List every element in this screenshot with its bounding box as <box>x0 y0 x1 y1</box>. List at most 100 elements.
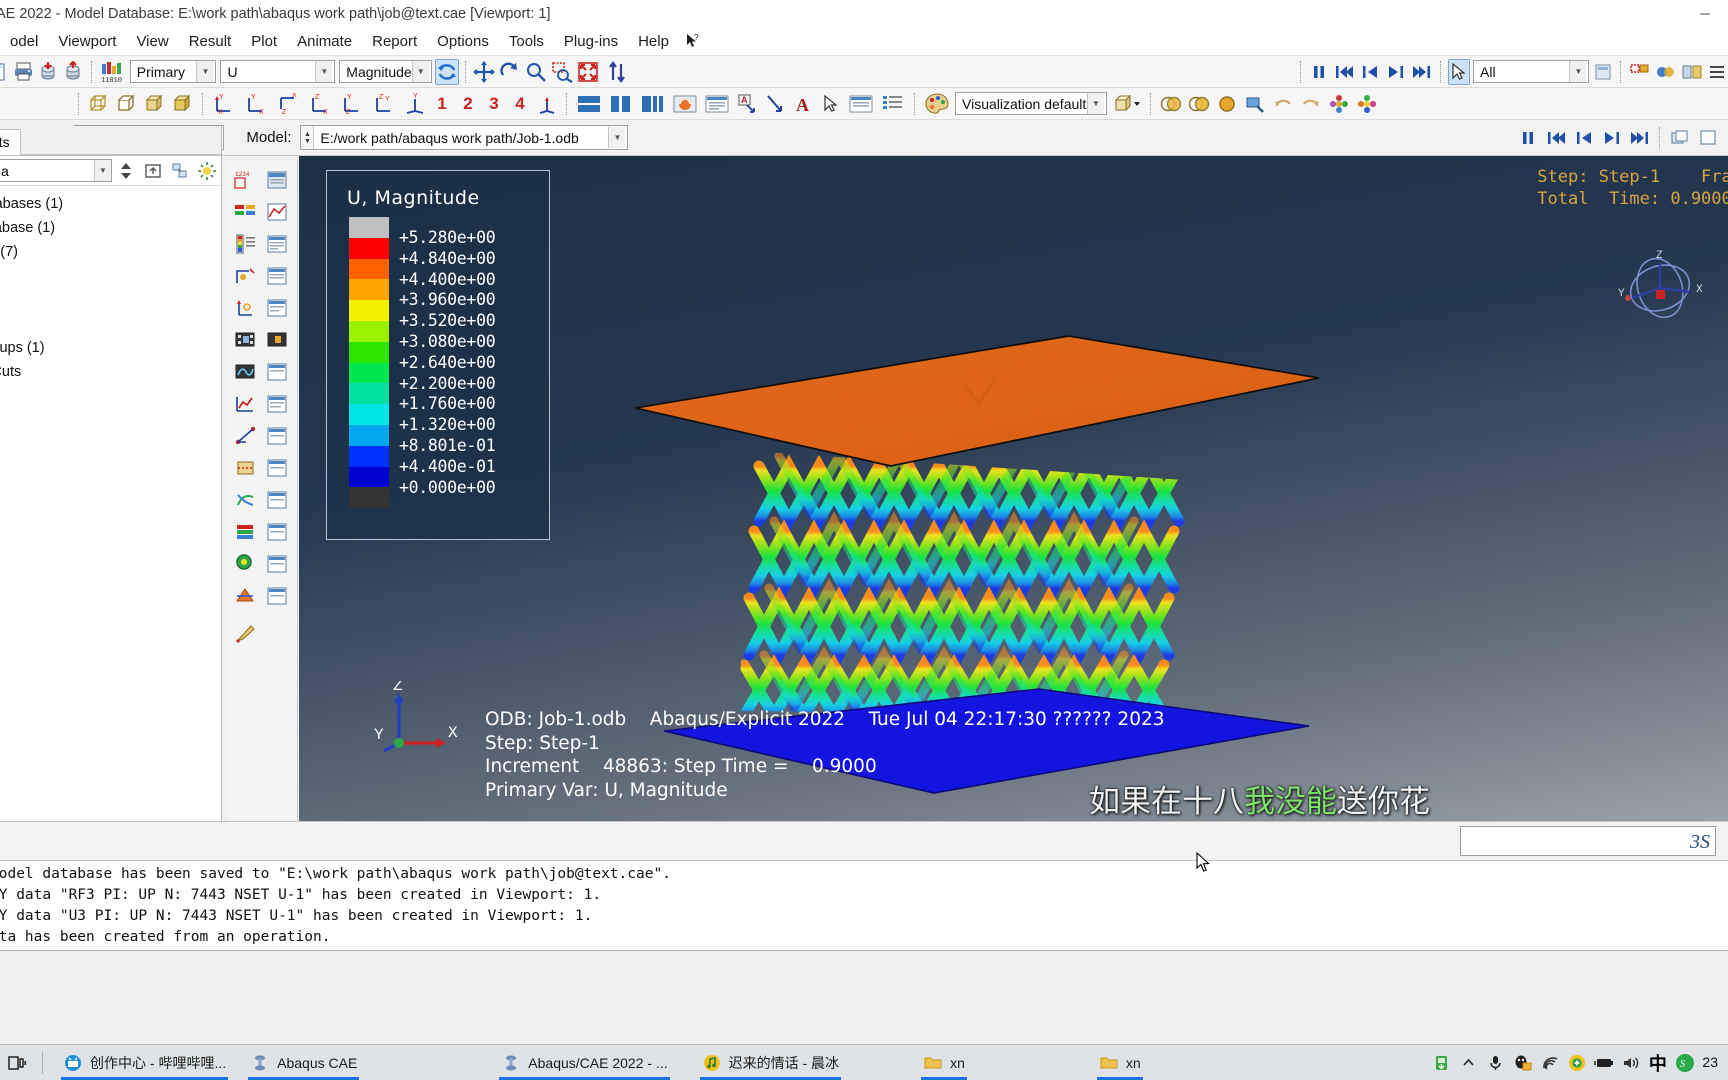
ply-stack-plot-icon[interactable] <box>230 516 262 548</box>
menu-animate[interactable]: Animate <box>287 30 362 53</box>
pointer-icon[interactable] <box>818 91 844 117</box>
message-area[interactable]: model database has been saved to "E:\wor… <box>0 861 1728 951</box>
probe-values-icon[interactable] <box>1242 91 1268 117</box>
ply-options-icon[interactable] <box>262 516 294 548</box>
menu-help[interactable]: Help <box>628 30 679 53</box>
tree-highlight-icon[interactable] <box>194 159 219 183</box>
color-palette-icon[interactable] <box>922 91 952 117</box>
tree-collapse-icon[interactable] <box>141 159 166 183</box>
taskbar-clock[interactable]: 23 <box>1698 1055 1722 1070</box>
annotation-text-icon[interactable]: A <box>734 91 760 117</box>
menu-view[interactable]: View <box>126 30 178 53</box>
menu-viewport[interactable]: Viewport <box>48 30 126 53</box>
plugin-flower-2-icon[interactable] <box>1354 91 1380 117</box>
hidden-line-render-icon[interactable] <box>114 91 140 117</box>
minimize-button[interactable]: ─ <box>1682 0 1728 27</box>
symbol-plot-icon[interactable] <box>230 260 262 292</box>
context-help-icon[interactable]: ? <box>679 30 711 52</box>
plot-symbols-icon[interactable] <box>262 196 294 228</box>
anim-prev-icon[interactable] <box>1571 125 1597 151</box>
view-preset-3[interactable]: 3 <box>482 91 506 117</box>
view-preset-1[interactable]: 1 <box>430 91 454 117</box>
view-cut-options-icon[interactable] <box>262 580 294 612</box>
chevron-down-icon[interactable]: ▼ <box>1569 61 1587 82</box>
view-orientation-triad[interactable]: Z Y X <box>1598 244 1708 334</box>
query-options-icon[interactable] <box>262 548 294 580</box>
contour-options-icon[interactable] <box>262 228 294 260</box>
chevron-down-icon[interactable]: ▼ <box>94 160 111 181</box>
undo-icon[interactable] <box>1270 91 1296 117</box>
tree-item-free-body-cuts[interactable]: ody Cuts <box>0 360 221 384</box>
pause-icon[interactable] <box>1308 59 1330 85</box>
magnify-icon[interactable] <box>524 59 548 85</box>
menu-report[interactable]: Report <box>362 30 427 53</box>
taskbar-item-abaqus-cae-2022[interactable]: Abaqus/CAE 2022 - ... <box>489 1045 679 1080</box>
view-yx-icon[interactable]: ZY <box>370 91 400 117</box>
select-arrow-icon[interactable] <box>1448 58 1471 85</box>
tree-item-spectrums[interactable]: rums (7) <box>0 240 221 264</box>
chevron-up-icon[interactable] <box>1455 1045 1482 1080</box>
replace-group-icon[interactable] <box>1654 59 1678 85</box>
new-model-icon[interactable] <box>0 59 10 85</box>
refresh-icon[interactable] <box>434 58 459 85</box>
viewport-single-icon[interactable] <box>574 91 604 117</box>
security-icon[interactable] <box>1563 1045 1590 1080</box>
box-zoom-icon[interactable] <box>550 59 574 85</box>
rotate-icon[interactable] <box>498 59 522 85</box>
plot-contours-icon[interactable] <box>230 196 262 228</box>
usb-icon[interactable] <box>1428 1045 1455 1080</box>
redo-icon[interactable] <box>1298 91 1324 117</box>
view-yz-icon[interactable]: XZ <box>274 91 304 117</box>
free-body-options-icon[interactable] <box>262 452 294 484</box>
annotation-arrow-icon[interactable] <box>762 91 788 117</box>
viewport-split-vertical-icon[interactable] <box>606 91 636 117</box>
tree-link-icon[interactable] <box>168 159 193 183</box>
shaded-render-icon[interactable] <box>170 91 196 117</box>
contour-legend-icon[interactable] <box>230 228 262 260</box>
view-preset-2[interactable]: 2 <box>456 91 480 117</box>
anim-first-icon[interactable] <box>1543 125 1569 151</box>
ime-chinese-icon[interactable]: 中 <box>1644 1045 1671 1080</box>
contour-options-icon[interactable] <box>670 91 700 117</box>
next-frame-icon[interactable] <box>1384 59 1408 85</box>
anim-pause-icon[interactable] <box>1515 125 1541 151</box>
battery-icon[interactable] <box>1590 1045 1617 1080</box>
tree-item-sections[interactable]: ns <box>0 384 221 408</box>
previous-frame-icon[interactable] <box>1358 59 1382 85</box>
menu-options[interactable]: Options <box>427 30 499 53</box>
apply-view-icon[interactable] <box>534 91 560 117</box>
view-cut-manager-icon[interactable] <box>230 580 262 612</box>
odb-save-icon[interactable] <box>62 59 85 85</box>
sort-icon[interactable] <box>605 59 629 85</box>
display-group-icon[interactable] <box>1628 59 1652 85</box>
menu-plugins[interactable]: Plug-ins <box>554 30 628 53</box>
chevron-down-icon[interactable]: ▼ <box>411 61 429 82</box>
field-variable-combo[interactable]: U ▼ <box>220 60 336 83</box>
model-spinner[interactable]: ▲ ▼ <box>301 126 315 149</box>
microphone-icon[interactable] <box>1482 1045 1509 1080</box>
wireframe-render-icon[interactable] <box>86 91 112 117</box>
symbol-options-icon[interactable] <box>262 260 294 292</box>
group-tools-icon[interactable] <box>1680 59 1704 85</box>
view-cube-icon[interactable] <box>1110 91 1144 117</box>
pan-icon[interactable] <box>472 59 496 85</box>
common-options-icon[interactable] <box>702 91 732 117</box>
tree-item-plots[interactable]: ts (1) <box>0 264 221 288</box>
xy-data-manager-icon[interactable] <box>230 388 262 420</box>
taskbar-item-abaqus-cae[interactable]: Abaqus CAE <box>238 1045 369 1080</box>
viewport-tile-icon[interactable] <box>638 91 668 117</box>
view-xz-icon[interactable]: YX <box>242 91 272 117</box>
field-output-icon[interactable]: 11010 <box>99 59 127 85</box>
tree-item-display-groups[interactable]: y Groups (1) <box>0 336 221 360</box>
free-body-cut-icon[interactable] <box>230 452 262 484</box>
anim-next-icon[interactable] <box>1599 125 1625 151</box>
taskbar-item-folder-xn-2[interactable]: xn <box>1087 1045 1153 1080</box>
sogou-icon[interactable]: S <box>1671 1045 1698 1080</box>
print-icon[interactable] <box>12 59 35 85</box>
tree-filter-combo[interactable]: a ▼ <box>0 159 112 182</box>
text-tool-icon[interactable]: A <box>790 91 816 117</box>
query-information-icon[interactable] <box>230 548 262 580</box>
plot-undeformed-icon[interactable]: 1234 <box>230 164 262 196</box>
taskbar-item-folder-xn-1[interactable]: xn <box>911 1045 977 1080</box>
view-zx-icon[interactable]: ZX <box>306 91 336 117</box>
